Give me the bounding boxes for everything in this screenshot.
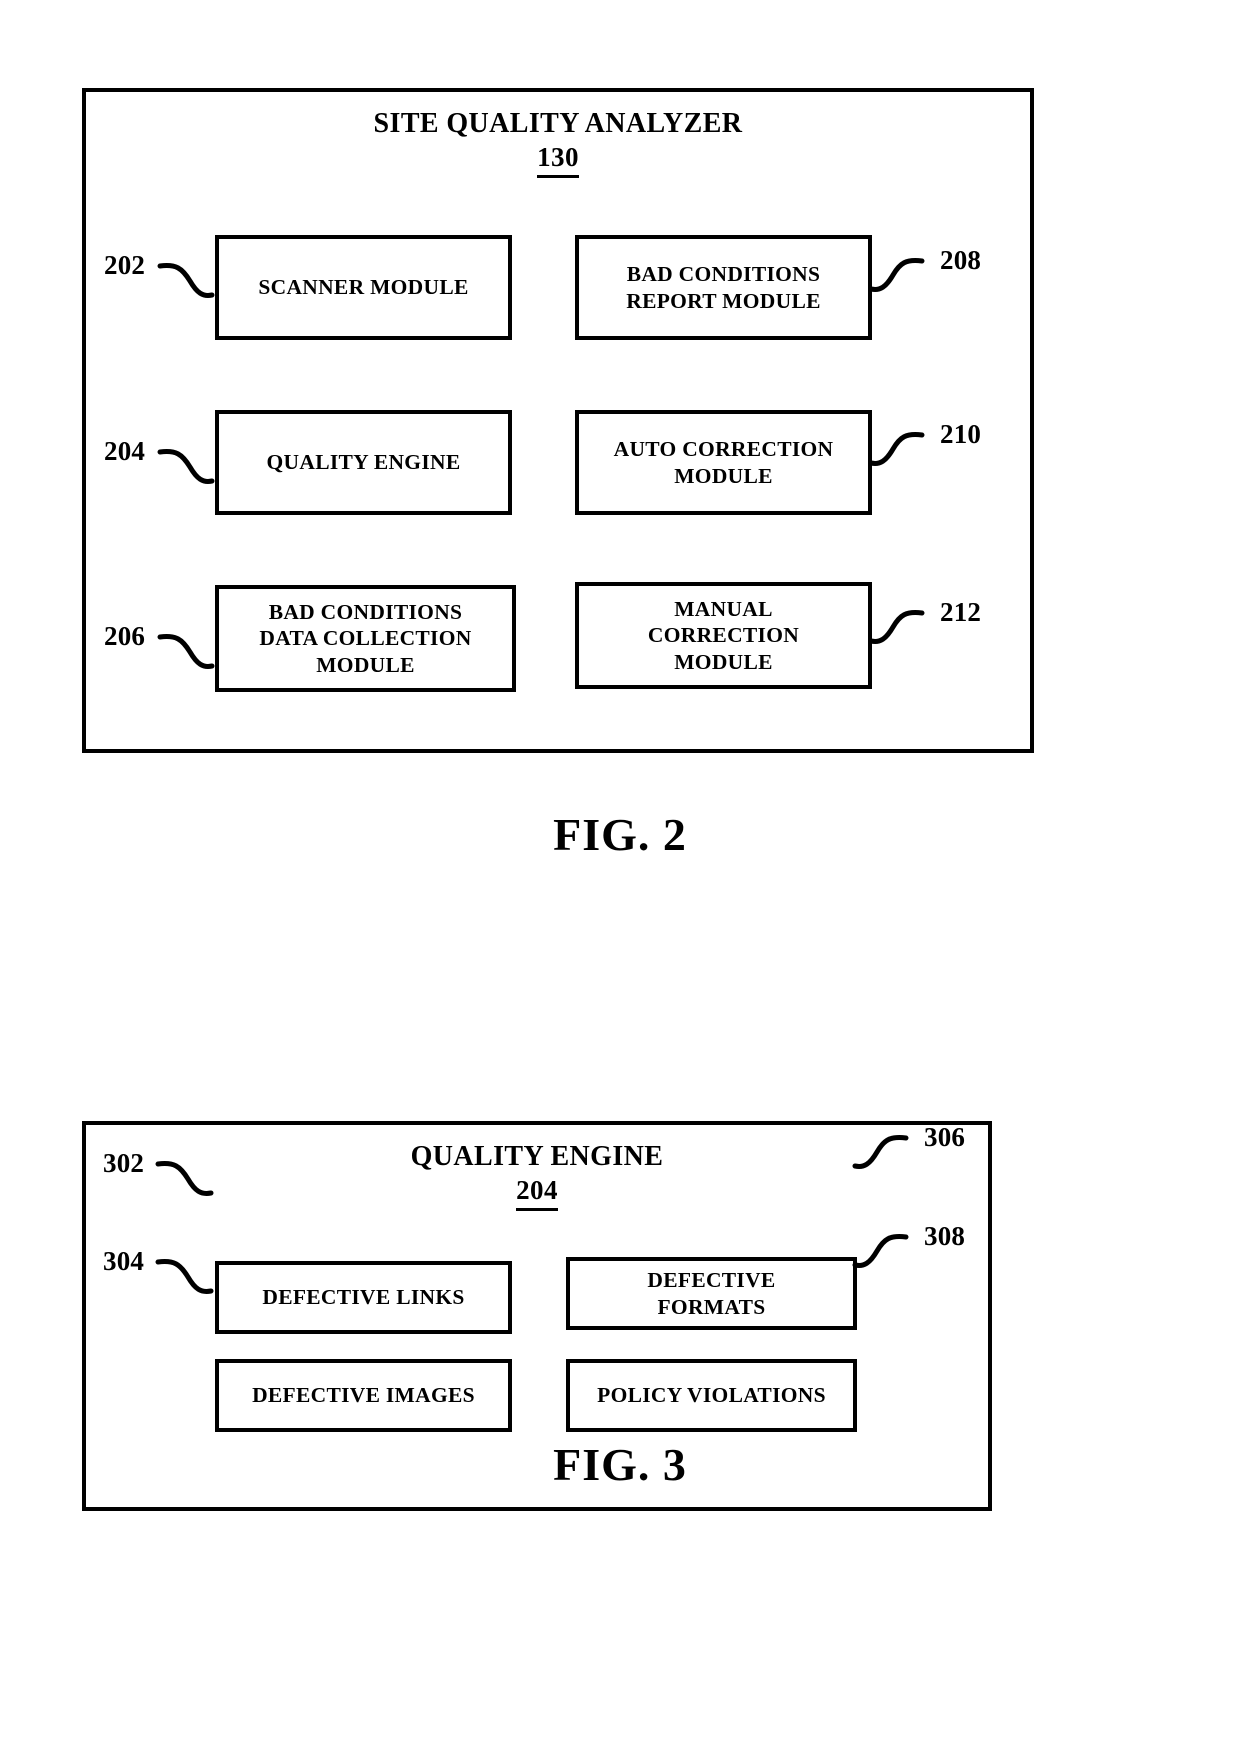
module-defective-formats[interactable]: DEFECTIVE FORMATS: [566, 1257, 857, 1330]
ref-number-304: 304: [103, 1246, 145, 1276]
module-auto-correction-label: AUTO CORRECTION MODULE: [613, 437, 834, 488]
figure-2-caption: FIG. 2: [553, 809, 687, 860]
module-quality-engine[interactable]: QUALITY ENGINE: [215, 410, 512, 515]
figure-2-panel-title-text: SITE QUALITY ANALYZER: [373, 108, 743, 139]
figure-3-caption: FIG. 3: [553, 1439, 687, 1490]
module-bad-conditions-report[interactable]: BAD CONDITIONS REPORT MODULE: [575, 235, 872, 340]
module-scanner-label: SCANNER MODULE: [258, 275, 469, 300]
module-defective-links[interactable]: DEFECTIVE LINKS: [215, 1261, 512, 1334]
module-manual-correction-label: MANUAL CORRECTION MODULE: [647, 597, 800, 674]
module-bad-conditions-report-label: BAD CONDITIONS REPORT MODULE: [626, 262, 821, 313]
figure-3-panel-title-text: QUALITY ENGINE: [410, 1141, 664, 1172]
module-defective-images[interactable]: DEFECTIVE IMAGES: [215, 1359, 512, 1432]
ref-number-202: 202: [104, 250, 146, 280]
module-auto-correction[interactable]: AUTO CORRECTION MODULE: [575, 410, 872, 515]
figure-3-panel-ref: 204: [516, 1173, 558, 1212]
module-defective-images-label: DEFECTIVE IMAGES: [252, 1383, 475, 1408]
patent-drawing-sheet: SITE QUALITY ANALYZER 130 SCANNER MODULE…: [0, 0, 1240, 1754]
module-policy-violations-label: POLICY VIOLATIONS: [597, 1383, 826, 1408]
module-defective-links-label: DEFECTIVE LINKS: [262, 1285, 465, 1310]
ref-number-306: 306: [924, 1122, 966, 1152]
figure-3-panel-title: QUALITY ENGINE 204: [86, 1141, 988, 1212]
module-manual-correction[interactable]: MANUAL CORRECTION MODULE: [575, 582, 872, 689]
figure-2-panel-title: SITE QUALITY ANALYZER 130: [86, 108, 1030, 179]
module-bad-conditions-data-collection[interactable]: BAD CONDITIONS DATA COLLECTION MODULE: [215, 585, 516, 692]
ref-number-206: 206: [104, 621, 146, 651]
figure-3: QUALITY ENGINE 204 DEFECTIVE LINKS DEFEC…: [0, 960, 1240, 1754]
module-quality-engine-label: QUALITY ENGINE: [266, 450, 461, 475]
ref-number-302: 302: [103, 1148, 145, 1178]
module-bad-conditions-data-collection-label: BAD CONDITIONS DATA COLLECTION MODULE: [259, 600, 472, 677]
ref-number-210: 210: [940, 419, 982, 449]
module-defective-formats-label: DEFECTIVE FORMATS: [647, 1268, 776, 1319]
ref-number-212: 212: [940, 597, 982, 627]
ref-number-204: 204: [104, 436, 146, 466]
figure-2: SITE QUALITY ANALYZER 130 SCANNER MODULE…: [0, 0, 1240, 960]
module-policy-violations[interactable]: POLICY VIOLATIONS: [566, 1359, 857, 1432]
figure-2-panel: SITE QUALITY ANALYZER 130 SCANNER MODULE…: [82, 88, 1034, 753]
ref-number-208: 208: [940, 245, 982, 275]
figure-2-panel-ref: 130: [537, 140, 579, 179]
module-scanner[interactable]: SCANNER MODULE: [215, 235, 512, 340]
ref-number-308: 308: [924, 1221, 966, 1251]
